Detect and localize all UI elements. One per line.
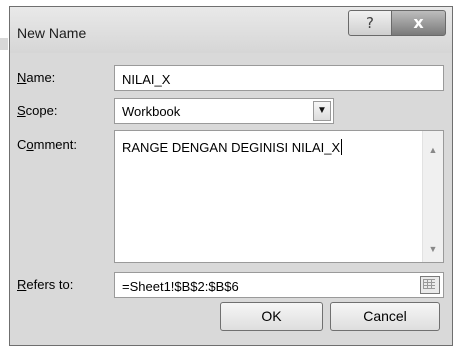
refers-to-label: Refers to:: [17, 277, 74, 292]
refers-to-value: =Sheet1!$B$2:$B$6: [122, 279, 239, 294]
ok-button[interactable]: OK: [220, 302, 323, 331]
comment-text: RANGE DENGAN DEGINISI NILAI_X: [122, 139, 343, 155]
help-button[interactable]: ?: [348, 10, 392, 36]
cancel-button[interactable]: Cancel: [330, 302, 440, 331]
scroll-down-icon[interactable]: ▼: [423, 244, 443, 254]
name-input[interactable]: NILAI_X: [114, 65, 444, 91]
scope-label: Scope:: [17, 103, 58, 118]
chevron-down-icon[interactable]: ▼: [313, 101, 331, 121]
background-fragment: [0, 38, 8, 50]
scroll-up-icon[interactable]: ▲: [423, 145, 443, 155]
name-label: Name:: [17, 70, 56, 85]
comment-scrollbar[interactable]: ▲ ▼: [422, 131, 443, 262]
new-name-dialog: New Name ? x Name: NILAI_X Scope: Workbo…: [9, 6, 453, 346]
range-collapse-icon[interactable]: [420, 276, 440, 294]
scope-select[interactable]: Workbook ▼: [114, 98, 334, 124]
comment-label: Comment:: [17, 137, 77, 152]
close-button[interactable]: x: [391, 10, 446, 36]
comment-textarea[interactable]: RANGE DENGAN DEGINISI NILAI_X ▲ ▼: [114, 130, 444, 263]
dialog-title: New Name: [17, 25, 87, 41]
title-bar: New Name ? x: [10, 7, 452, 53]
text-caret: [341, 139, 343, 155]
refers-to-input[interactable]: =Sheet1!$B$2:$B$6: [114, 272, 444, 298]
scope-value: Workbook: [122, 104, 181, 119]
